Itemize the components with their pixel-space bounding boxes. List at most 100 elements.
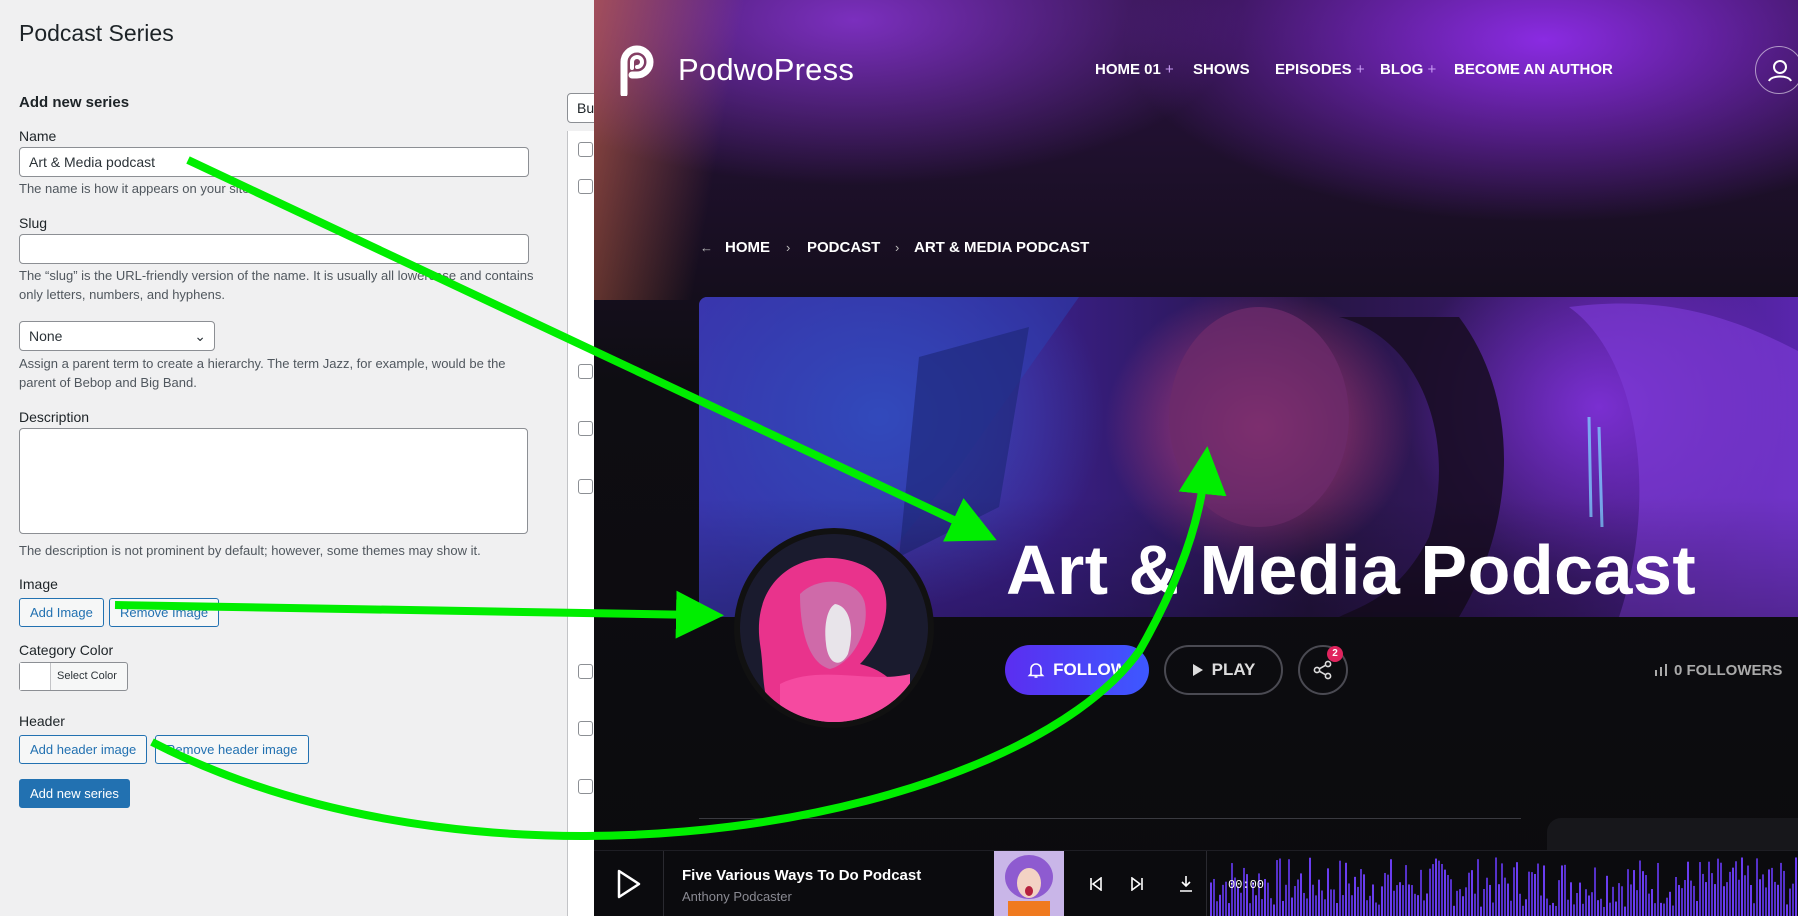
waveform-bar: [1534, 873, 1536, 916]
waveform-bar: [1351, 895, 1353, 916]
waveform-bar: [1690, 880, 1692, 916]
waveform-bar: [1555, 905, 1557, 916]
slug-input[interactable]: [19, 234, 529, 264]
waveform-bar: [1405, 865, 1407, 916]
description-textarea[interactable]: [19, 428, 528, 534]
waveform-bar: [1438, 860, 1440, 916]
back-arrow-icon[interactable]: ←: [700, 240, 713, 255]
waveform-bar: [1636, 890, 1638, 916]
waveform-bar: [1450, 879, 1452, 916]
slug-help: The “slug” is the URL-friendly version o…: [19, 268, 534, 302]
waveform-bar: [1516, 862, 1518, 916]
waveform-bar: [1558, 880, 1560, 916]
next-button[interactable]: [1126, 873, 1148, 895]
waveform-bar: [1273, 904, 1275, 916]
waveform-seekbar[interactable]: [1210, 851, 1798, 916]
name-input[interactable]: [19, 147, 529, 177]
waveform-bar: [1306, 898, 1308, 916]
waveform-bar: [1627, 869, 1629, 916]
add-new-series-button[interactable]: Add new series: [19, 779, 130, 808]
waveform-bar: [1540, 895, 1542, 916]
select-color-button[interactable]: Select Color: [19, 662, 128, 691]
nav-blog[interactable]: BLOG +: [1380, 61, 1436, 78]
waveform-bar: [1327, 868, 1329, 916]
row-checkbox[interactable]: [578, 364, 593, 379]
waveform-bar: [1675, 876, 1677, 916]
waveform-bar: [1315, 895, 1317, 916]
waveform-bar: [1408, 884, 1410, 916]
follow-button[interactable]: FOLLOW: [1005, 645, 1149, 695]
breadcrumb-home[interactable]: HOME: [725, 239, 770, 256]
row-checkbox[interactable]: [578, 664, 593, 679]
user-account-button[interactable]: [1755, 46, 1798, 94]
waveform-bar: [1576, 893, 1578, 916]
previous-button[interactable]: [1085, 873, 1107, 895]
remove-header-image-button[interactable]: Remove header image: [155, 735, 309, 764]
player-play-button[interactable]: [594, 851, 664, 916]
parent-select[interactable]: None ⌄: [19, 321, 215, 351]
download-icon: [1180, 876, 1192, 892]
waveform-bar: [1213, 878, 1215, 916]
waveform-bar: [1249, 903, 1251, 916]
waveform-bar: [1567, 899, 1569, 916]
select-all-checkbox[interactable]: [578, 142, 593, 157]
add-image-button[interactable]: Add Image: [19, 598, 104, 627]
row-checkbox[interactable]: [578, 421, 593, 436]
waveform-bar: [1606, 875, 1608, 916]
waveform-bar: [1255, 895, 1257, 916]
waveform-bar: [1303, 892, 1305, 916]
breadcrumb-podcast[interactable]: PODCAST: [807, 239, 880, 256]
waveform-bar: [1666, 897, 1668, 916]
waveform-bar: [1639, 860, 1641, 916]
waveform-bar: [1711, 873, 1713, 916]
wp-admin-panel: Podcast Series Add new series Name The n…: [0, 0, 607, 916]
chevron-right-icon: ›: [786, 240, 791, 255]
waveform-bar: [1630, 884, 1632, 916]
waveform-bar: [1549, 905, 1551, 916]
podwopress-logo-icon[interactable]: [618, 44, 656, 96]
waveform-bar: [1759, 879, 1761, 916]
waveform-bar: [1672, 905, 1674, 916]
waveform-bar: [1453, 905, 1455, 916]
waveform-bar: [1369, 895, 1371, 916]
row-checkbox[interactable]: [578, 779, 593, 794]
waveform-bar: [1348, 883, 1350, 916]
waveform-bar: [1654, 903, 1656, 916]
waveform-bar: [1225, 881, 1227, 916]
waveform-bar: [1615, 901, 1617, 916]
logo-text[interactable]: PodwoPress: [678, 52, 854, 88]
waveform-bar: [1738, 879, 1740, 916]
add-header-image-button[interactable]: Add header image: [19, 735, 148, 764]
row-checkbox[interactable]: [578, 479, 593, 494]
waveform-bar: [1471, 870, 1473, 916]
download-button[interactable]: [1175, 873, 1197, 895]
waveform-bar: [1483, 889, 1485, 916]
waveform-bar: [1519, 893, 1521, 916]
nav-home[interactable]: HOME 01 +: [1095, 61, 1174, 78]
waveform-bar: [1708, 861, 1710, 916]
waveform-bar: [1501, 863, 1503, 916]
image-label: Image: [19, 576, 58, 592]
waveform-bar: [1417, 895, 1419, 916]
waveform-bar: [1333, 889, 1335, 916]
row-checkbox[interactable]: [578, 179, 593, 194]
nav-episodes[interactable]: EPISODES +: [1275, 61, 1365, 78]
nav-shows[interactable]: SHOWS: [1193, 61, 1250, 78]
waveform-bar: [1444, 869, 1446, 916]
waveform-bar: [1651, 889, 1653, 916]
waveform-bar: [1525, 899, 1527, 916]
waveform-bar: [1321, 890, 1323, 916]
play-button[interactable]: PLAY: [1164, 645, 1283, 695]
row-checkbox[interactable]: [578, 721, 593, 736]
waveform-bar: [1645, 875, 1647, 916]
slug-label: Slug: [19, 215, 48, 231]
player-track-title[interactable]: Five Various Ways To Do Podcast: [682, 867, 921, 884]
waveform-bar: [1774, 881, 1776, 916]
waveform-bar: [1390, 859, 1392, 916]
play-label: PLAY: [1211, 660, 1256, 679]
waveform-bar: [1264, 878, 1266, 916]
remove-image-button[interactable]: Remove Image: [109, 598, 220, 627]
waveform-bar: [1498, 884, 1500, 916]
nav-become-author[interactable]: BECOME AN AUTHOR: [1454, 61, 1613, 78]
waveform-bar: [1240, 892, 1242, 916]
